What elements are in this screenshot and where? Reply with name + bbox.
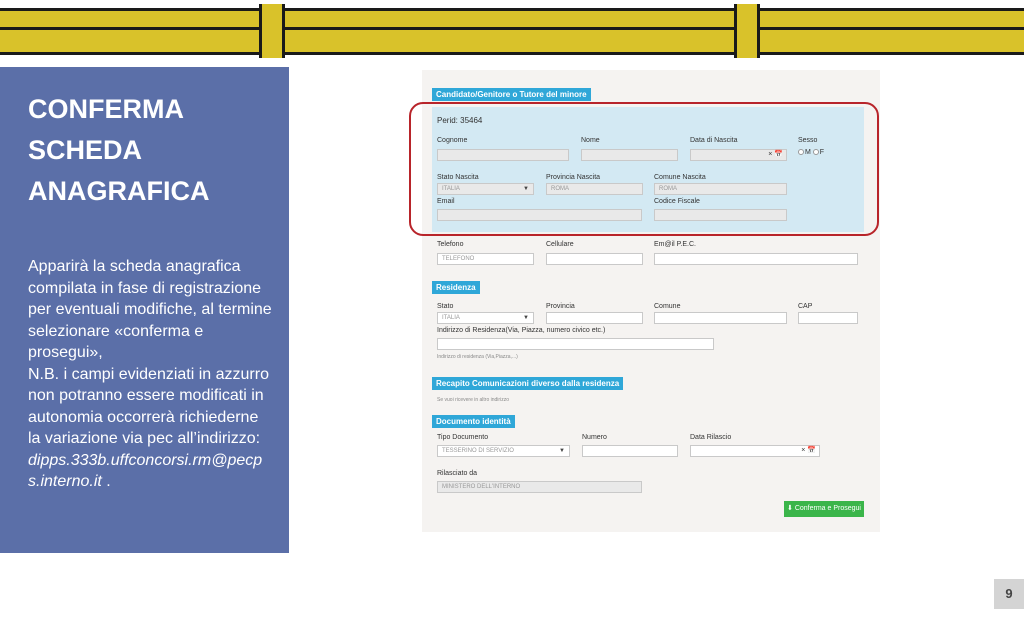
- section-header-documento: Documento identità: [432, 415, 515, 428]
- label-cognome: Cognome: [437, 137, 468, 144]
- clear-calendar-icons[interactable]: × 📅: [801, 446, 816, 456]
- pec-field[interactable]: [654, 253, 858, 265]
- label-provincia: Provincia: [546, 303, 575, 310]
- sex-radio-group: M F: [798, 149, 824, 156]
- section-header-recapito: Recapito Comunicazioni diverso dalla res…: [432, 377, 624, 390]
- label-comune: Comune: [654, 303, 681, 310]
- email-field[interactable]: [437, 209, 642, 221]
- info-panel: CONFERMA SCHEDA ANAGRAFICA Apparirà la s…: [0, 67, 289, 553]
- comune-field[interactable]: [654, 312, 787, 324]
- numero-field[interactable]: [582, 445, 678, 457]
- slide-description-block: Apparirà la scheda anagrafica compilata …: [28, 256, 273, 493]
- section-header-candidate: Candidato/Genitore o Tutore del minore: [432, 88, 591, 101]
- label-numero: Numero: [582, 434, 607, 441]
- label-sesso: Sesso: [798, 137, 818, 144]
- indirizzo-field[interactable]: [437, 338, 714, 350]
- data-nascita-field[interactable]: × 📅: [690, 149, 787, 161]
- page-number: 9: [994, 579, 1024, 609]
- email-suffix: .: [101, 473, 111, 490]
- pec-email: dipps.333b.uffconcorsi.rm@pecps.interno.…: [28, 451, 263, 491]
- header-post: [259, 4, 285, 58]
- codice-fiscale-field[interactable]: [654, 209, 787, 221]
- clear-calendar-icons[interactable]: × 📅: [768, 150, 783, 160]
- stato-nascita-select[interactable]: ITALIA: [437, 183, 534, 195]
- slide-description: Apparirà la scheda anagrafica compilata …: [28, 258, 272, 361]
- label-indirizzo: Indirizzo di Residenza(Via, Piazza, nume…: [437, 327, 606, 334]
- comune-nascita-field[interactable]: ROMA: [654, 183, 787, 195]
- stato-select[interactable]: ITALIA: [437, 312, 534, 324]
- clear-icon[interactable]: ×: [801, 447, 805, 454]
- label-email: Email: [437, 198, 455, 205]
- label-pec: Em@il P.E.C.: [654, 241, 696, 248]
- label-stato-nascita: Stato Nascita: [437, 174, 479, 181]
- label-stato: Stato: [437, 303, 454, 310]
- tipo-documento-select[interactable]: TESSERINO DI SERVIZIO: [437, 445, 570, 457]
- clear-icon[interactable]: ×: [768, 151, 772, 158]
- telefono-field[interactable]: TELEFONO: [437, 253, 534, 265]
- cellulare-field[interactable]: [546, 253, 643, 265]
- rilasciato-da-field[interactable]: MINISTERO DELL'INTERNO: [437, 481, 642, 493]
- calendar-icon[interactable]: 📅: [807, 447, 816, 454]
- label-codice-fiscale: Codice Fiscale: [654, 198, 700, 205]
- cap-field[interactable]: [798, 312, 858, 324]
- label-data-rilascio: Data Rilascio: [690, 434, 732, 441]
- radio-f-icon[interactable]: [812, 149, 819, 156]
- label-provincia-nascita: Provincia Nascita: [546, 174, 601, 181]
- header-stripe: [0, 30, 1024, 52]
- perid-label: Perid: 35464: [437, 116, 483, 125]
- label-nome: Nome: [581, 137, 600, 144]
- label-telefono: Telefono: [437, 241, 464, 248]
- indirizzo-placeholder: Indirizzo di residenza (Via,Piazza,...): [437, 354, 518, 360]
- recapito-hint[interactable]: Se vuoi ricevere in altro indirizzo: [437, 397, 509, 403]
- label-tipo-documento: Tipo Documento: [437, 434, 489, 441]
- header-stripe: [0, 11, 1024, 27]
- label-cellulare: Cellulare: [546, 241, 574, 248]
- calendar-icon[interactable]: 📅: [774, 151, 783, 158]
- radio-f-label: F: [819, 149, 825, 156]
- header-post: [734, 4, 760, 58]
- registration-form: Candidato/Genitore o Tutore del minore P…: [422, 70, 880, 532]
- label-data-nascita: Data di Nascita: [690, 137, 738, 144]
- radio-m-icon[interactable]: [798, 149, 804, 156]
- provincia-nascita-field[interactable]: ROMA: [546, 183, 643, 195]
- label-cap: CAP: [798, 303, 813, 310]
- header-bar: [0, 0, 1024, 62]
- slide-note: N.B. i campi evidenziati in azzurro non …: [28, 365, 269, 448]
- header-line: [0, 52, 1024, 55]
- radio-m-label: M: [805, 149, 811, 156]
- data-rilascio-field[interactable]: × 📅: [690, 445, 820, 457]
- cognome-field[interactable]: [437, 149, 569, 161]
- section-header-residenza: Residenza: [432, 281, 480, 294]
- label-rilasciato-da: Rilasciato da: [437, 470, 478, 477]
- nome-field[interactable]: [581, 149, 678, 161]
- label-comune-nascita: Comune Nascita: [654, 174, 706, 181]
- slide-title: CONFERMA SCHEDA ANAGRAFICA: [28, 94, 210, 206]
- provincia-field[interactable]: [546, 312, 643, 324]
- confirm-proceed-button[interactable]: ⬇ Conferma e Prosegui: [784, 501, 864, 517]
